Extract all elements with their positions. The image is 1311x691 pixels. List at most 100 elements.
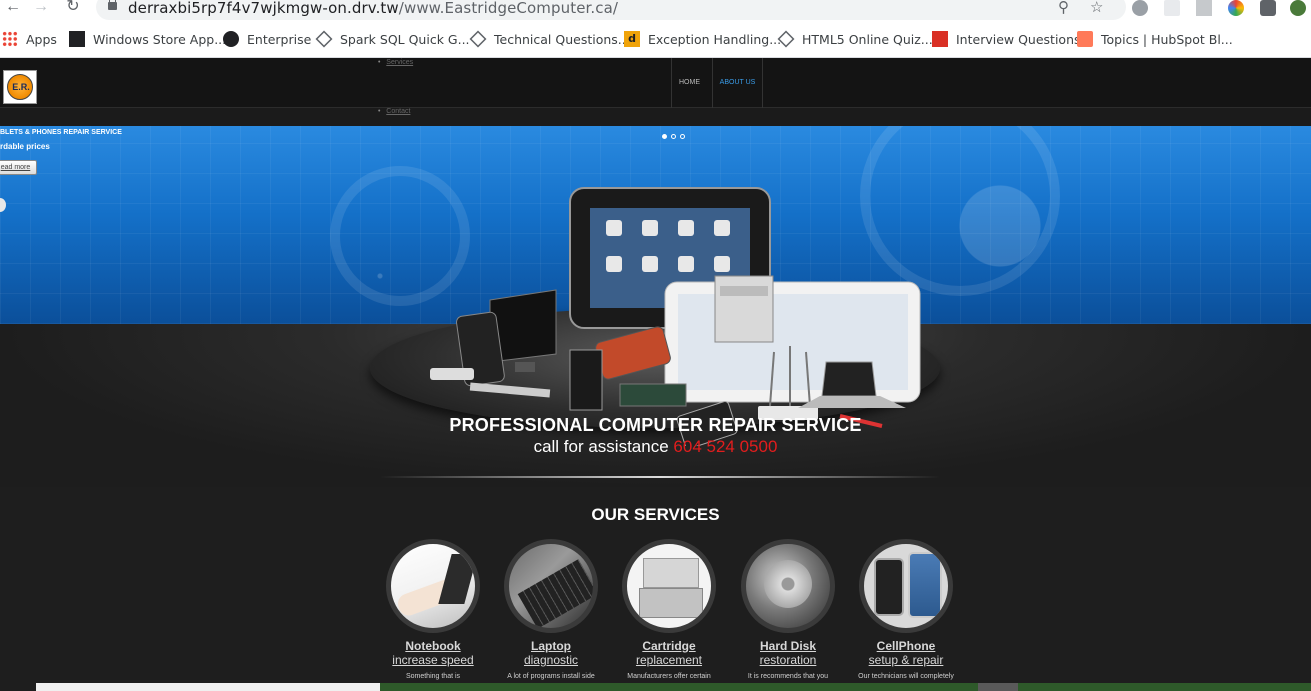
bookmark-spark-sql[interactable]: Spark SQL Quick G... <box>315 30 470 48</box>
printer-icon[interactable] <box>622 539 716 633</box>
bookmark-label: Exception Handling... <box>648 31 782 47</box>
service-card-cellphone[interactable]: CellPhone setup & repair Our technicians… <box>846 539 966 680</box>
slide-title: BLETS & PHONES REPAIR SERVICE <box>0 129 122 136</box>
devices-illustration <box>430 187 921 446</box>
laptop-icon <box>821 361 877 397</box>
nav-stray-link[interactable]: Contact <box>386 108 410 115</box>
bookmark-technical-questions[interactable]: Technical Questions... <box>469 30 630 48</box>
keyboard-icon <box>469 382 551 398</box>
reload-icon[interactable]: ↻ <box>64 0 82 16</box>
bookmark-enterprise[interactable]: Enterprise <box>223 30 311 48</box>
slider-dot[interactable] <box>680 134 685 139</box>
sdr-icon <box>69 31 85 47</box>
forward-arrow-icon[interactable]: → <box>32 0 50 16</box>
address-bar[interactable]: derraxbi5rp7f4v7wjkmgw-on.drv.tw/www.Eas… <box>96 0 1126 20</box>
smartphone-icon[interactable] <box>859 539 953 633</box>
service-subtitle[interactable]: setup & repair <box>846 653 966 667</box>
extension-icon[interactable] <box>1164 0 1180 16</box>
read-more-button[interactable]: ead more <box>0 160 37 175</box>
service-name[interactable]: CellPhone <box>846 639 966 653</box>
htc-phone-icon <box>595 326 671 380</box>
bookmark-html5-quiz[interactable]: HTML5 Online Quiz... <box>777 30 933 48</box>
site-logo[interactable]: E.R. <box>3 70 37 104</box>
puzzle-extensions-icon[interactable] <box>1260 0 1276 16</box>
bookmark-windows-store[interactable]: Windows Store App... <box>69 30 226 48</box>
nav-stray-bullet: • Services <box>378 59 414 66</box>
service-description: Our technicians will completely <box>858 673 954 680</box>
site-header: E.R. HOME ABOUT US <box>0 58 1311 108</box>
nav-about-us[interactable]: ABOUT US <box>712 58 763 108</box>
taskbar-segment <box>0 683 36 691</box>
browser-toolbar: ← → ↻ derraxbi5rp7f4v7wjkmgw-on.drv.tw/w… <box>0 0 1311 20</box>
logo-text: E.R. <box>12 82 30 92</box>
slide-subtitle: rdable prices <box>0 142 50 151</box>
url-host: derraxbi5rp7f4v7wjkmgw-on.drv.tw <box>128 0 399 17</box>
vpn-extension-icon[interactable] <box>1196 0 1212 16</box>
notebook-typing-icon[interactable] <box>386 539 480 633</box>
service-card-hard-disk[interactable]: Hard Disk restoration It is recommends t… <box>728 539 848 680</box>
taskbar <box>0 683 1311 691</box>
slider-dot[interactable] <box>671 134 676 139</box>
bookmark-interview-questions[interactable]: Interview Questions <box>932 30 1081 48</box>
taskbar-segment <box>978 683 1018 691</box>
diamond-icon <box>777 30 795 48</box>
lock-icon <box>108 0 117 10</box>
bookmarks-bar: Apps Windows Store App... Enterprise Spa… <box>0 20 1311 58</box>
apps-grid-icon <box>2 31 18 47</box>
bookmark-label: Windows Store App... <box>93 31 227 47</box>
service-card-notebook[interactable]: Notebook increase speed Something that i… <box>373 539 493 680</box>
bookmark-label: Spark SQL Quick G... <box>340 31 470 47</box>
laptop-keyboard-icon[interactable] <box>504 539 598 633</box>
bookmark-exception-handling[interactable]: d Exception Handling... <box>624 30 781 48</box>
service-description: Something that is <box>405 673 461 680</box>
service-card-laptop[interactable]: Laptop diagnostic A lot of programs inst… <box>491 539 611 680</box>
service-name[interactable]: Notebook <box>373 639 493 653</box>
tagline-headline: PROFESSIONAL COMPUTER REPAIR SERVICE <box>449 415 862 435</box>
tagline-call: call for assistance 604 524 0500 <box>0 437 1311 457</box>
github-icon <box>223 31 239 47</box>
service-subtitle[interactable]: replacement <box>609 653 729 667</box>
hubspot-icon <box>1077 31 1093 47</box>
vf-icon <box>932 31 948 47</box>
url-text[interactable]: derraxbi5rp7f4v7wjkmgw-on.drv.tw/www.Eas… <box>128 0 618 17</box>
service-name[interactable]: Laptop <box>491 639 611 653</box>
service-name[interactable]: Cartridge <box>609 639 729 653</box>
pc-tower-icon <box>569 349 603 411</box>
bookmark-star-icon[interactable]: ☆ <box>1090 0 1103 16</box>
glow-divider <box>380 476 940 478</box>
bookmark-label: Technical Questions... <box>494 31 630 47</box>
bookmark-hubspot[interactable]: Topics | HubSpot Bl... <box>1077 30 1233 48</box>
slider-dots <box>662 134 685 139</box>
skype-extension-icon[interactable] <box>1132 0 1148 16</box>
d-icon: d <box>624 31 640 47</box>
service-subtitle[interactable]: diagnostic <box>491 653 611 667</box>
nav-home[interactable]: HOME <box>671 58 707 108</box>
hard-disk-icon[interactable] <box>741 539 835 633</box>
mac-mini-icon <box>430 368 474 380</box>
tagline: PROFESSIONAL COMPUTER REPAIR SERVICE cal… <box>0 415 1311 457</box>
service-description: It is recommends that you <box>747 673 829 680</box>
bookmark-label: Enterprise <box>247 31 312 47</box>
nav-stray-link[interactable]: Services <box>386 59 413 66</box>
motherboard-icon <box>619 383 687 407</box>
phone-number[interactable]: 604 524 0500 <box>673 437 777 456</box>
slider-dot-active[interactable] <box>662 134 667 139</box>
diamond-icon <box>469 30 487 48</box>
url-path: /www.EastridgeComputer.ca/ <box>398 0 619 17</box>
website-viewport: E.R. HOME ABOUT US • Services • Contact … <box>0 58 1311 691</box>
services-title: OUR SERVICES <box>591 505 720 524</box>
taskbar-search-box[interactable] <box>36 683 380 691</box>
call-text: call for assistance <box>533 437 669 456</box>
service-card-cartridge[interactable]: Cartridge replacement Manufacturers offe… <box>609 539 729 680</box>
service-subtitle[interactable]: restoration <box>728 653 848 667</box>
back-arrow-icon[interactable]: ← <box>4 0 22 16</box>
service-name[interactable]: Hard Disk <box>728 639 848 653</box>
profile-avatar[interactable] <box>1290 0 1306 16</box>
bookmark-apps[interactable]: Apps <box>2 30 57 48</box>
service-description: A lot of programs install side <box>507 673 595 680</box>
printer-icon <box>714 275 774 343</box>
zoom-icon[interactable]: ⚲ <box>1058 0 1069 16</box>
color-extension-icon[interactable] <box>1228 0 1244 16</box>
bookmark-label: Apps <box>26 31 57 47</box>
service-subtitle[interactable]: increase speed <box>373 653 493 667</box>
